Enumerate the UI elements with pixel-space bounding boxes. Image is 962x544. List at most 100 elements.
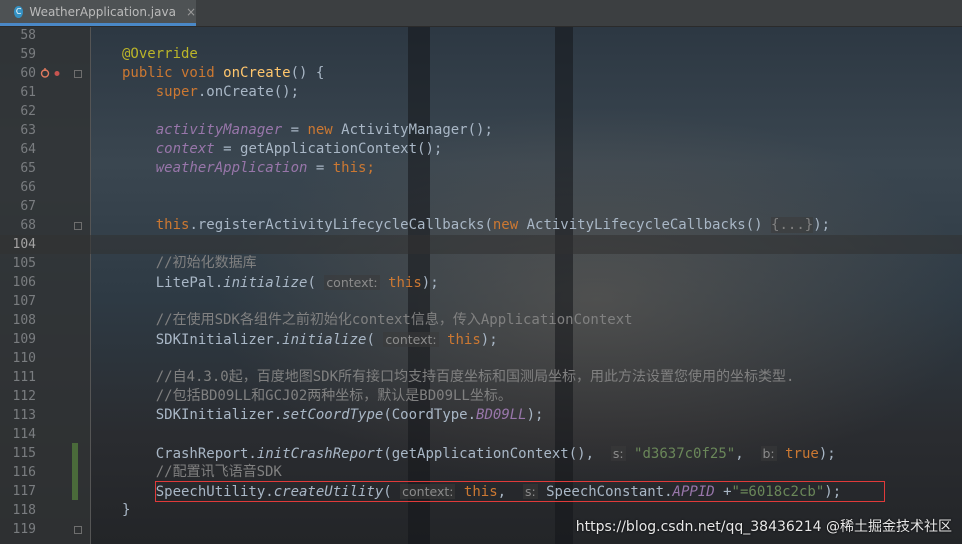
code-token: ); (480, 332, 498, 348)
code-token: } (122, 502, 131, 518)
code-line[interactable]: 112 //包括BD09LL和GCJ02两种坐标，默认是BD09LL坐标。 (0, 387, 962, 406)
code-line[interactable]: 63 activityManager = new ActivityManager… (0, 121, 962, 140)
code-token: this (447, 332, 481, 348)
code-text: activityManager = new ActivityManager(); (122, 121, 493, 140)
code-line[interactable]: 111 //自4.3.0起，百度地图SDK所有接口均支持百度坐标和国测局坐标，用… (0, 368, 962, 387)
line-number: 110 (12, 351, 36, 366)
line-number: 61 (20, 85, 36, 100)
code-token: super (122, 84, 198, 100)
code-line[interactable]: 66 (0, 178, 962, 197)
line-number: 111 (12, 370, 36, 385)
code-token: (getApplicationContext(), (383, 446, 611, 462)
code-text: context = getApplicationContext(); (122, 140, 443, 159)
code-line[interactable]: 107 (0, 292, 962, 311)
code-token: ); (526, 407, 544, 423)
debug-marker-icon[interactable] (53, 64, 61, 83)
code-line[interactable]: 61 super.onCreate(); (0, 83, 962, 102)
code-token: context: (324, 275, 380, 290)
line-number: 64 (20, 142, 36, 157)
code-line[interactable]: 109 SDKInitializer.initialize( context: … (0, 330, 962, 349)
line-number: 58 (20, 28, 36, 43)
line-number: 67 (20, 199, 36, 214)
line-number: 105 (12, 256, 36, 271)
line-number: 62 (20, 104, 36, 119)
code-token: () { (290, 65, 325, 81)
code-text: //包括BD09LL和GCJ02两种坐标，默认是BD09LL坐标。 (122, 387, 512, 406)
code-token: new (307, 122, 342, 138)
code-text: public void onCreate() { (122, 64, 324, 83)
code-line[interactable]: 115 CrashReport.initCrashReport(getAppli… (0, 444, 962, 463)
line-number: 66 (20, 180, 36, 195)
code-token: this (122, 217, 190, 233)
code-line[interactable]: 110 (0, 349, 962, 368)
override-method-icon[interactable] (40, 64, 50, 83)
code-token: context: (383, 332, 439, 347)
fold-toggle-icon[interactable] (74, 70, 82, 78)
code-line[interactable]: 108 //在使用SDK各组件之前初始化context信息，传入Applicat… (0, 311, 962, 330)
line-number: 116 (12, 465, 36, 480)
line-number: 109 (12, 332, 36, 347)
line-number: 113 (12, 408, 36, 423)
code-line[interactable]: 116 //配置讯飞语音SDK (0, 463, 962, 482)
close-icon[interactable]: × (186, 5, 196, 19)
line-number: 68 (20, 218, 36, 233)
java-class-icon: C (14, 5, 24, 18)
code-token: .onCreate(); (197, 84, 300, 100)
code-line[interactable]: 67 (0, 197, 962, 216)
code-token: @Override (122, 46, 198, 62)
code-text: //自4.3.0起，百度地图SDK所有接口均支持百度坐标和国测局坐标，用此方法设… (122, 368, 795, 387)
fold-toggle-icon[interactable] (74, 222, 82, 230)
line-number: 118 (12, 503, 36, 518)
code-token: onCreate (223, 65, 291, 81)
line-number: 108 (12, 313, 36, 328)
code-token: new (492, 217, 527, 233)
line-number: 104 (12, 237, 36, 252)
code-line[interactable]: 65 weatherApplication = this; (0, 159, 962, 178)
code-token: initialize (282, 332, 367, 348)
line-number: 60 (20, 66, 36, 81)
code-line[interactable]: 105 //初始化数据库 (0, 254, 962, 273)
code-token: ( (366, 332, 384, 348)
code-line[interactable]: 59 @Override (0, 45, 962, 64)
code-token: CrashReport. (122, 446, 257, 462)
line-number: 115 (12, 446, 36, 461)
code-token: SDKInitializer. (122, 332, 283, 348)
line-number: 119 (12, 522, 36, 537)
code-token: b: (760, 446, 777, 461)
code-token: = (282, 122, 308, 138)
code-text: weatherApplication = this; (122, 159, 375, 178)
code-line[interactable]: 104 (0, 235, 962, 254)
code-token: activityManager (155, 122, 283, 138)
code-line[interactable]: 113 SDKInitializer.setCoordType(CoordTyp… (0, 406, 962, 425)
code-line[interactable]: 68 this.registerActivityLifecycleCallbac… (0, 216, 962, 235)
code-line[interactable]: 114 (0, 425, 962, 444)
code-line[interactable]: 60 public void onCreate() { (0, 64, 962, 83)
code-token: initialize (223, 275, 308, 291)
code-text: //配置讯飞语音SDK (122, 463, 282, 482)
line-number: 63 (20, 123, 36, 138)
code-text: //在使用SDK各组件之前初始化context信息，传入ApplicationC… (122, 311, 633, 330)
code-token: initCrashReport (256, 446, 384, 462)
code-token: = (307, 160, 333, 176)
code-token: .registerActivityLifecycleCallbacks( (189, 217, 493, 233)
code-token: context (155, 141, 215, 157)
code-text: super.onCreate(); (122, 83, 299, 102)
code-token: weatherApplication (155, 160, 308, 176)
code-token: LitePal. (122, 275, 224, 291)
code-token: public void (122, 65, 224, 81)
code-token: ); (818, 446, 836, 462)
code-token: SDKInitializer. (122, 407, 283, 423)
code-line[interactable]: 64 context = getApplicationContext(); (0, 140, 962, 159)
line-number: 107 (12, 294, 36, 309)
code-text: SDKInitializer.setCoordType(CoordType.BD… (122, 406, 544, 425)
code-line[interactable]: 62 (0, 102, 962, 121)
tab-weather-application[interactable]: C WeatherApplication.java × (0, 0, 196, 26)
code-line[interactable]: 58 (0, 26, 962, 45)
code-token: , (735, 446, 761, 462)
fold-toggle-icon[interactable] (74, 526, 82, 534)
code-line[interactable]: 106 LitePal.initialize( context: this); (0, 273, 962, 292)
